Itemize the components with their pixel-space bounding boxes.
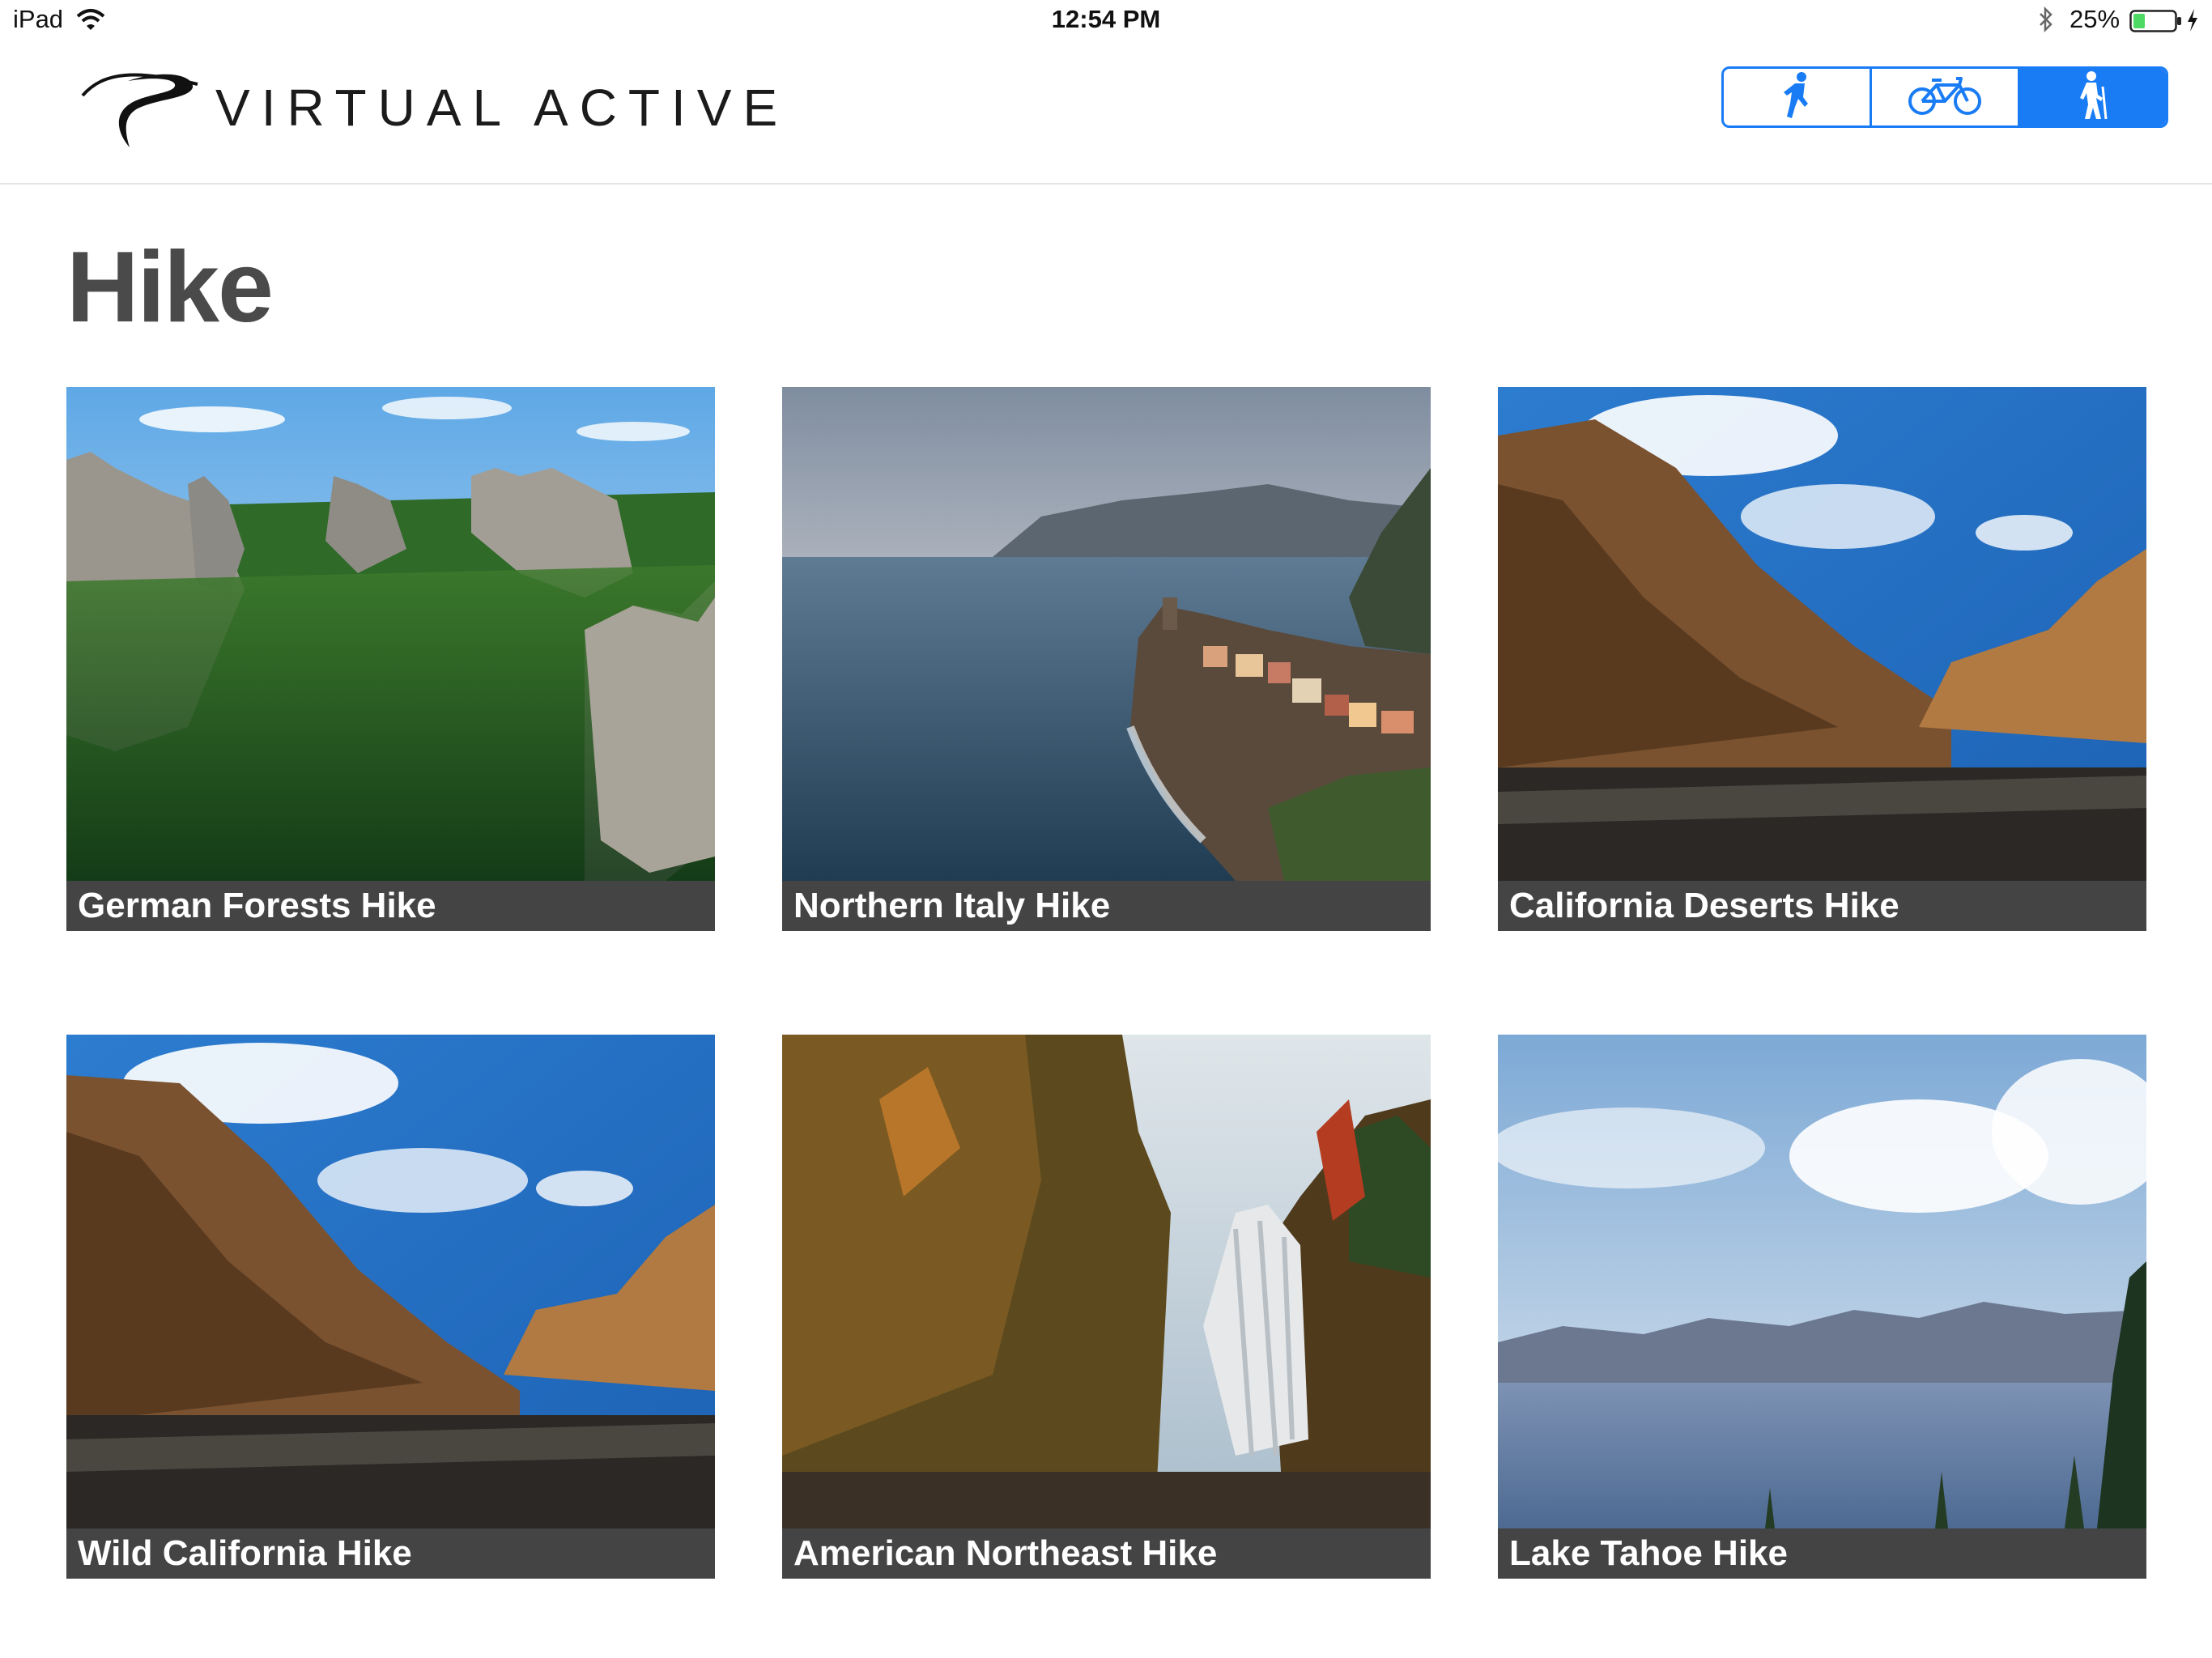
mode-hike-segment[interactable] — [2018, 69, 2166, 125]
desert-canyon-image — [1498, 387, 2146, 881]
route-card-northern-italy[interactable]: Northern Italy Hike — [782, 387, 1431, 931]
clock: 12:54 PM — [1051, 5, 1161, 33]
route-card-german-forests[interactable]: German Forests Hike — [66, 387, 715, 931]
route-title: California Deserts Hike — [1498, 881, 2146, 931]
route-card-lake-tahoe[interactable]: Lake Tahoe Hike — [1498, 1035, 2146, 1579]
desert-canyon-image — [66, 1035, 715, 1528]
charging-icon — [2186, 8, 2199, 36]
app-root: iPad 12:54 PM 25% VIRTUAL ACTIVE Hike Ge… — [0, 0, 2212, 1658]
bluetooth-icon — [2037, 6, 2055, 36]
route-title: Lake Tahoe Hike — [1498, 1528, 2146, 1579]
route-title: Northern Italy Hike — [782, 881, 1431, 931]
app-header: VIRTUAL ACTIVE — [0, 42, 2212, 185]
status-bar: iPad 12:54 PM 25% — [0, 0, 2212, 42]
page-title: Hike — [66, 232, 274, 343]
brand-name: VIRTUAL ACTIVE — [215, 79, 789, 137]
mountain-lake-image — [1498, 1035, 2146, 1528]
route-card-california-deserts[interactable]: California Deserts Hike — [1498, 387, 2146, 931]
coastal-village-image — [782, 387, 1431, 881]
runner-icon — [1780, 71, 1813, 124]
mode-bike-segment[interactable] — [1870, 69, 2018, 125]
battery-percent: 25% — [2069, 5, 2121, 33]
battery-icon — [2129, 10, 2183, 36]
route-title: Wild California Hike — [66, 1528, 715, 1579]
bicycle-icon — [1908, 75, 1982, 120]
route-card-wild-california[interactable]: Wild California Hike — [66, 1035, 715, 1579]
autumn-waterfall-image — [782, 1035, 1431, 1528]
route-card-american-northeast[interactable]: American Northeast Hike — [782, 1035, 1431, 1579]
activity-mode-selector[interactable] — [1721, 66, 2168, 128]
sandstone-forest-image — [66, 387, 715, 881]
mode-run-segment[interactable] — [1724, 69, 1870, 125]
logo-swoosh-icon — [79, 63, 201, 156]
route-title: American Northeast Hike — [782, 1528, 1431, 1579]
route-title: German Forests Hike — [66, 881, 715, 931]
hiker-icon — [2077, 70, 2109, 125]
